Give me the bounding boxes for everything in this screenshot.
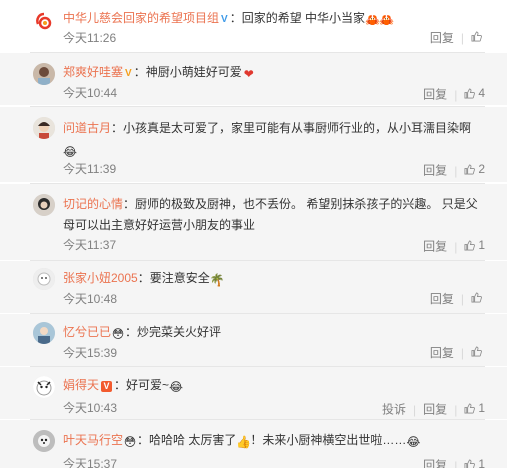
heart-icon: ❤	[243, 67, 254, 81]
thumbs-up-icon	[464, 164, 476, 174]
emoji-icon: 🦀	[365, 13, 380, 27]
comment-text: 厨师的极致及厨神，也不丢份。 希望别抹杀孩子的兴趣。 只是父	[135, 197, 478, 211]
thumbs-up-icon	[471, 31, 482, 42]
reply-button[interactable]: 回复	[423, 164, 447, 178]
like-button[interactable]: 1	[464, 235, 485, 255]
comment-item: 张家小妞2005：要注意安全🌴 今天10:48 回复 |	[0, 261, 507, 313]
reply-button[interactable]: 回复	[423, 403, 447, 417]
reply-button[interactable]: 回复	[430, 346, 454, 360]
comment-meta: 今天10:43 投诉 | 回复 | 1	[63, 398, 485, 418]
like-button[interactable]: 1	[464, 398, 485, 418]
emoji-icon: 😳	[111, 327, 125, 341]
like-count: 1	[478, 401, 485, 415]
comment-meta: 今天10:48 回复 |	[63, 289, 485, 309]
emoji-icon: 😂	[406, 435, 421, 449]
comment-time: 今天15:37	[63, 457, 118, 468]
comment-time: 今天10:48	[63, 292, 118, 306]
comment-text-continued: ！未来小厨神横空出世啦……	[250, 433, 407, 447]
comment-item: 忆兮已已😳：炒完菜关火好评 今天15:39 回复 |	[0, 314, 507, 366]
comment-text: 小孩真是太可爱了，家里可能有从事厨师行业的，从小耳濡目染啊	[123, 121, 472, 135]
reply-button[interactable]: 回复	[430, 292, 454, 306]
comment-meta: 今天15:39 回复 |	[63, 343, 485, 363]
username-link[interactable]: 忆兮已已	[63, 325, 111, 339]
like-count: 1	[478, 457, 485, 468]
report-button[interactable]: 投诉	[382, 403, 406, 417]
emoji-icon: 😳	[123, 435, 137, 449]
comment-meta: 今天11:37 回复 | 1	[63, 235, 485, 255]
like-count: 2	[478, 162, 485, 176]
emoji-icon: 🦀	[379, 13, 394, 27]
plant-emoji-icon: 🌴	[209, 273, 225, 287]
comment-text: 好可爱~	[126, 378, 170, 392]
comment-line: 问道古月：小孩真是太可爱了，家里可能有从事厨师行业的，从小耳濡目染啊	[63, 121, 472, 135]
thumbs-up-icon	[464, 459, 476, 468]
username-link[interactable]: 中华儿慈会回家的希望项目组	[63, 11, 219, 25]
comment-time: 今天11:37	[63, 238, 117, 252]
comment-text: 哈哈哈 太厉害了	[149, 433, 237, 447]
username-link[interactable]: 问道古月	[63, 121, 111, 135]
thumbs-up-emoji-icon: 👍	[236, 435, 252, 449]
comment-item: 切记的心情：厨师的极致及厨神，也不丢份。 希望别抹杀孩子的兴趣。 只是父 母可以…	[0, 184, 507, 260]
comment-time: 今天11:26	[63, 31, 117, 45]
thumbs-up-icon	[464, 403, 476, 413]
like-button[interactable]	[471, 346, 485, 357]
avatar[interactable]	[33, 268, 55, 290]
comment-text: 回家的希望 中华小当家	[241, 11, 366, 25]
thumbs-up-icon	[471, 292, 482, 303]
thumbs-up-icon	[464, 88, 476, 98]
username-link[interactable]: 张家小妞2005	[63, 271, 138, 285]
comment-meta: 今天10:44 回复 | 4	[63, 83, 485, 103]
comment-meta: 今天11:39 回复 | 2	[63, 159, 485, 179]
reply-button[interactable]: 回复	[423, 240, 447, 254]
avatar[interactable]	[33, 322, 55, 344]
comment-line-wrap: 母可以出主意好好运营小朋友的事业	[63, 213, 485, 237]
avatar[interactable]	[33, 63, 55, 85]
reply-button[interactable]: 回复	[423, 459, 447, 468]
thumbs-up-icon	[471, 346, 482, 357]
comment-text: 要注意安全	[149, 271, 210, 285]
comment-time: 今天10:44	[63, 86, 118, 100]
comment-time: 今天15:39	[63, 346, 118, 360]
reply-button[interactable]: 回复	[430, 31, 454, 45]
comment-item: 叶天马行空😳：哈哈哈 太厉害了👍！未来小厨神横空出世啦……😂 今天15:37 回…	[0, 420, 507, 468]
comment-feed: 中华儿慈会回家的希望项目组 V ：回家的希望 中华小当家🦀🦀 今天11:26 回复 |…	[0, 0, 507, 468]
comment-item: 郑爽好哇塞 V ：神厨小萌娃好可爱 ❤ 今天10:44 回复 | 4	[0, 53, 507, 105]
avatar[interactable]	[33, 430, 55, 452]
comment-text-continued: 母可以出主意好好运营小朋友的事业	[63, 218, 256, 232]
comment-item: 中华儿慈会回家的希望项目组 V ：回家的希望 中华小当家🦀🦀 今天11:26 回复 |	[0, 0, 507, 52]
username-link[interactable]: 叶天马行空	[63, 433, 123, 447]
avatar[interactable]	[33, 117, 55, 139]
reply-button[interactable]: 回复	[423, 88, 447, 102]
comment-line: 娟得天 V ：好可爱~😂	[63, 378, 184, 394]
avatar[interactable]	[33, 376, 55, 398]
comment-line: 张家小妞2005：要注意安全🌴	[63, 271, 225, 287]
comment-line: 忆兮已已😳：炒完菜关火好评	[63, 325, 222, 341]
comment-meta: 今天15:37 回复 | 1	[63, 454, 485, 468]
like-button[interactable]	[471, 31, 485, 42]
username-link[interactable]: 切记的心情	[63, 197, 123, 211]
username-link[interactable]: 娟得天	[63, 378, 99, 392]
laughing-emoji-icon: 😂	[63, 145, 78, 159]
like-button[interactable]: 2	[464, 159, 485, 179]
comment-text: 神厨小萌娃好可爱	[145, 65, 242, 79]
like-count: 1	[478, 238, 485, 252]
comment-line: 叶天马行空😳：哈哈哈 太厉害了👍！未来小厨神横空出世啦……😂	[63, 433, 421, 449]
laughing-emoji-icon: 😂	[169, 380, 184, 394]
comment-meta: 今天11:26 回复 |	[63, 28, 485, 48]
username-link[interactable]: 郑爽好哇塞	[63, 65, 123, 79]
like-button[interactable]: 1	[464, 454, 485, 468]
like-button[interactable]	[471, 292, 485, 303]
comment-time: 今天11:39	[63, 162, 117, 176]
org-logo-avatar[interactable]	[33, 10, 55, 32]
comment-item: 问道古月：小孩真是太可爱了，家里可能有从事厨师行业的，从小耳濡目染啊 😂 今天1…	[0, 107, 507, 182]
comment-time: 今天10:43	[63, 401, 118, 415]
avatar[interactable]	[33, 194, 55, 216]
comment-text: 炒完菜关火好评	[137, 325, 222, 339]
like-button[interactable]: 4	[464, 83, 485, 103]
thumbs-up-icon	[464, 240, 476, 250]
vip-badge-icon: V	[101, 381, 113, 392]
like-count: 4	[478, 86, 485, 100]
comment-item: 娟得天 V ：好可爱~😂 今天10:43 投诉 | 回复 | 1	[0, 367, 507, 419]
